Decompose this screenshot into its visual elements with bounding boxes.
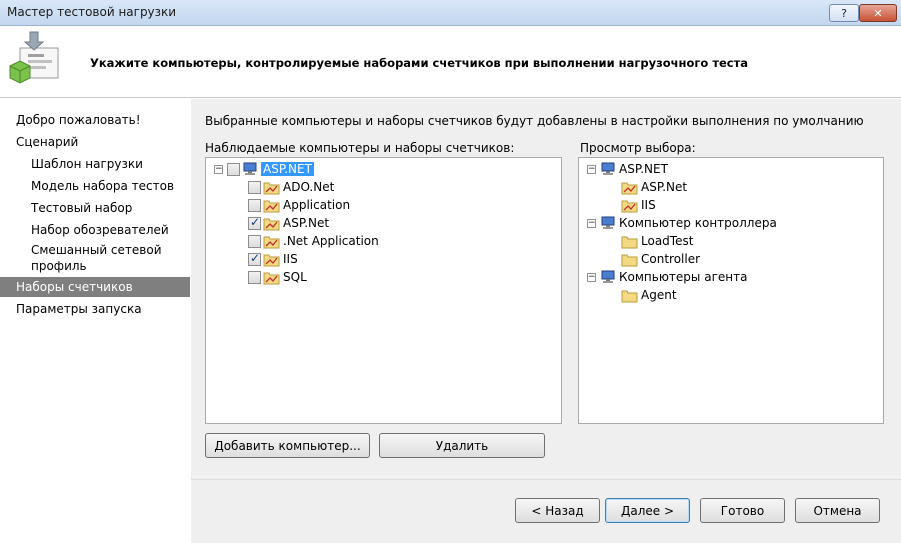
- tree-root-label[interactable]: ASP.NET: [261, 162, 314, 176]
- title-bar: Мастер тестовой нагрузки ? ✕: [0, 0, 901, 26]
- right-tree-label: Просмотр выбора:: [580, 141, 696, 155]
- wizard-nav: Добро пожаловать! Сценарий Шаблон нагруз…: [0, 99, 191, 543]
- preview-leaf-label: Controller: [641, 252, 701, 266]
- back-button[interactable]: < Назад: [515, 498, 600, 523]
- nav-item-run-settings[interactable]: Параметры запуска: [16, 299, 142, 319]
- preview-node-label: Компьютеры агента: [619, 270, 748, 284]
- folder-icon: [621, 236, 638, 248]
- tree-item-label: ADO.Net: [283, 180, 335, 194]
- tree-item-asp-net[interactable]: ASP.Net: [248, 214, 329, 232]
- wizard-icon: [9, 31, 59, 84]
- folder-counter-icon: [263, 218, 280, 230]
- checkbox-net-application[interactable]: [248, 234, 261, 248]
- finish-button[interactable]: Готово: [700, 498, 785, 523]
- checkbox-sql[interactable]: [248, 270, 261, 284]
- preview-node-label: Компьютер контроллера: [619, 216, 777, 230]
- collapse-expander-icon[interactable]: −: [587, 164, 596, 174]
- tree-item-ado-net[interactable]: ADO.Net: [248, 178, 334, 196]
- nav-item-counter-sets[interactable]: Наборы счетчиков: [0, 277, 190, 297]
- help-button[interactable]: ?: [829, 4, 859, 22]
- tree-item-net-application[interactable]: .Net Application: [248, 232, 379, 250]
- computer-icon: [601, 216, 615, 229]
- preview-leaf-label: IIS: [641, 198, 656, 212]
- tree-item-application[interactable]: Application: [248, 196, 350, 214]
- nav-item-load-pattern[interactable]: Шаблон нагрузки: [31, 154, 143, 174]
- nav-item-scenario[interactable]: Сценарий: [16, 132, 78, 152]
- nav-item-test-mix-model[interactable]: Модель набора тестов: [31, 176, 174, 196]
- preview-leaf-iis[interactable]: IIS: [621, 196, 656, 214]
- preview-node-asp-net[interactable]: − ASP.NET: [587, 160, 668, 178]
- main-panel: Выбранные компьютеры и наборы счетчиков …: [191, 99, 901, 479]
- nav-item-welcome[interactable]: Добро пожаловать!: [16, 110, 141, 130]
- computer-icon: [601, 162, 615, 175]
- tree-item-label: .Net Application: [283, 234, 379, 248]
- add-computer-button[interactable]: Добавить компьютер...: [205, 433, 370, 458]
- folder-counter-icon: [263, 182, 280, 194]
- preview-leaf-agent[interactable]: Agent: [621, 286, 677, 304]
- preview-leaf-label: LoadTest: [641, 234, 694, 248]
- folder-counter-icon: [263, 272, 280, 284]
- folder-counter-icon: [621, 182, 638, 194]
- tree-item-iis[interactable]: IIS: [248, 250, 298, 268]
- tree-item-sql[interactable]: SQL: [248, 268, 307, 286]
- next-button[interactable]: Далее >: [605, 498, 690, 523]
- nav-item-test-mix[interactable]: Тестовый набор: [31, 198, 132, 218]
- tree-item-label: Application: [283, 198, 351, 212]
- folder-icon: [621, 290, 638, 302]
- cancel-button[interactable]: Отмена: [795, 498, 880, 523]
- preview-node-controller[interactable]: − Компьютер контроллера: [587, 214, 777, 232]
- checkbox-ado-net[interactable]: [248, 180, 261, 194]
- folder-counter-icon: [263, 200, 280, 212]
- window-title: Мастер тестовой нагрузки: [7, 5, 177, 19]
- delete-button[interactable]: Удалить: [379, 433, 545, 458]
- nav-item-browser-mix[interactable]: Набор обозревателей: [31, 220, 169, 240]
- tree-root-row[interactable]: − ASP.NET: [214, 160, 314, 178]
- tree-item-label: ASP.Net: [283, 216, 330, 230]
- preview-leaf-loadtest[interactable]: LoadTest: [621, 232, 693, 250]
- collapse-expander-icon[interactable]: −: [587, 272, 596, 282]
- folder-counter-icon: [621, 200, 638, 212]
- preview-node-label: ASP.NET: [619, 162, 668, 176]
- checkbox-application[interactable]: [248, 198, 261, 212]
- preview-leaf-controller[interactable]: Controller: [621, 250, 700, 268]
- root-checkbox[interactable]: [227, 162, 240, 176]
- computer-icon: [243, 162, 257, 175]
- page-heading: Укажите компьютеры, контролируемые набор…: [90, 56, 749, 70]
- description-text: Выбранные компьютеры и наборы счетчиков …: [205, 114, 864, 128]
- close-button[interactable]: ✕: [859, 4, 897, 22]
- folder-counter-icon: [263, 236, 280, 248]
- collapse-expander-icon[interactable]: −: [214, 164, 223, 174]
- preview-leaf-label: Agent: [641, 288, 677, 302]
- checkbox-asp-net[interactable]: [248, 215, 261, 230]
- tree-item-label: IIS: [283, 252, 298, 266]
- nav-item-network-mix-line2[interactable]: профиль: [31, 256, 87, 276]
- folder-counter-icon: [263, 254, 280, 266]
- preview-node-agents[interactable]: − Компьютеры агента: [587, 268, 747, 286]
- selection-preview-tree[interactable]: − ASP.NET ASP.Net IIS − Компьютер контро…: [578, 157, 884, 424]
- preview-leaf-label: ASP.Net: [641, 180, 688, 194]
- preview-leaf-asp-net[interactable]: ASP.Net: [621, 178, 687, 196]
- tree-item-label: SQL: [283, 270, 307, 284]
- wizard-footer: < Назад Далее > Готово Отмена: [191, 479, 901, 543]
- left-tree-label: Наблюдаемые компьютеры и наборы счетчико…: [205, 141, 515, 155]
- collapse-expander-icon[interactable]: −: [587, 218, 596, 228]
- wizard-header: Укажите компьютеры, контролируемые набор…: [0, 26, 901, 98]
- folder-icon: [621, 254, 638, 266]
- counter-sets-tree[interactable]: − ASP.NET ADO.Net Application ASP.Net .N…: [205, 157, 562, 424]
- checkbox-iis[interactable]: [248, 251, 261, 266]
- computer-icon: [601, 270, 615, 283]
